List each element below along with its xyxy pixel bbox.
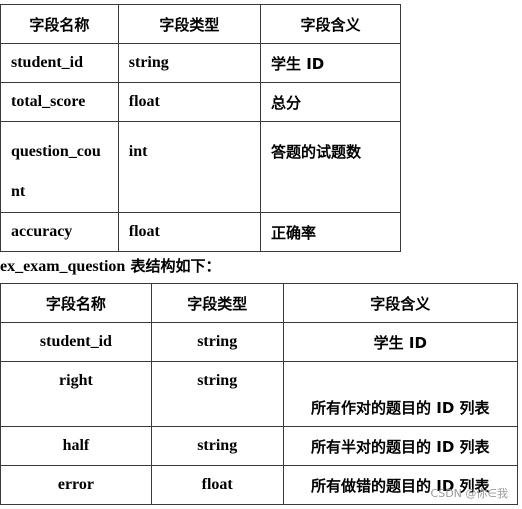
field-meaning-cell: 正确率 — [259, 212, 402, 252]
table-caption: ex_exam_question 表结构如下： — [0, 255, 221, 276]
field-type-cell: float — [150, 465, 284, 505]
field-type-cell: string — [117, 43, 261, 83]
table-row: student_id string 学生 ID — [0, 43, 402, 83]
field-meaning-cell: 总分 — [259, 82, 402, 122]
header-field-type: 字段类型 — [117, 4, 261, 44]
field-name-cell: error — [0, 465, 152, 505]
field-type-cell: string — [150, 322, 284, 362]
field-meaning-cell: 答题的试题数 — [259, 121, 402, 213]
field-meaning-cell: 学生 ID — [282, 322, 519, 362]
field-name-cell: accuracy — [0, 212, 119, 252]
field-meaning-cell: 学生 ID — [259, 43, 402, 83]
table-header-row: 字段名称 字段类型 字段含义 — [0, 4, 402, 44]
header-field-meaning: 字段含义 — [259, 4, 402, 44]
table-row: question_count int 答题的试题数 — [0, 121, 402, 213]
header-field-name: 字段名称 — [0, 4, 119, 44]
table-row: student_id string 学生 ID — [0, 322, 519, 362]
header-field-type: 字段类型 — [150, 283, 284, 323]
table-header-row: 字段名称 字段类型 字段含义 — [0, 283, 519, 323]
field-name-cell: total_score — [0, 82, 119, 122]
field-type-cell: float — [117, 82, 261, 122]
field-name-cell: question_count — [0, 121, 119, 213]
table-row: right string 所有作对的题目的 ID 列表 — [0, 361, 519, 427]
field-name-cell: half — [0, 426, 152, 466]
field-name-cell: right — [0, 361, 152, 427]
field-meaning-cell: 所有作对的题目的 ID 列表 — [282, 361, 519, 427]
student-score-table: 字段名称 字段类型 字段含义 student_id string 学生 ID t… — [0, 4, 402, 252]
field-type-cell: string — [150, 361, 284, 427]
field-meaning-cell: 所有半对的题目的 ID 列表 — [282, 426, 519, 466]
exam-question-table: 字段名称 字段类型 字段含义 student_id string 学生 ID r… — [0, 283, 519, 505]
field-name-cell: student_id — [0, 43, 119, 83]
table-row: accuracy float 正确率 — [0, 212, 402, 252]
caption-suffix: 表结构如下： — [125, 257, 221, 275]
header-field-meaning: 字段含义 — [282, 283, 519, 323]
field-name-cell: student_id — [0, 322, 152, 362]
caption-table-name: ex_exam_question — [0, 258, 126, 275]
field-type-cell: float — [117, 212, 261, 252]
field-type-cell: int — [117, 121, 261, 213]
table-row: total_score float 总分 — [0, 82, 402, 122]
table-row: half string 所有半对的题目的 ID 列表 — [0, 426, 519, 466]
header-field-name: 字段名称 — [0, 283, 152, 323]
csdn-watermark: CSDN @你∈我 — [430, 487, 508, 500]
field-type-cell: string — [150, 426, 284, 466]
